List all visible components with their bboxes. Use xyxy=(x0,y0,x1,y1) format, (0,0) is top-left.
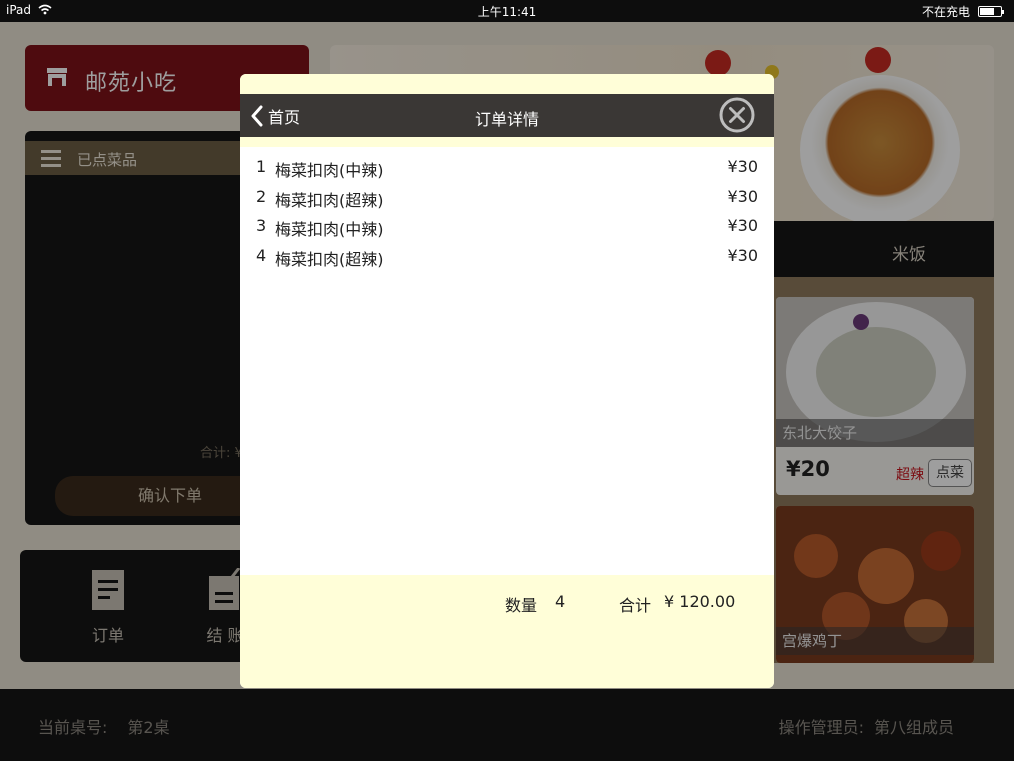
order-details-modal: 首页 订单详情 1 梅菜扣肉(中辣) ¥30 2 梅菜扣肉(超辣) ¥30 3 … xyxy=(240,74,774,688)
list-item: 4 梅菜扣肉(超辣) ¥30 xyxy=(240,243,774,273)
total-value: ¥ 120.00 xyxy=(664,592,736,611)
item-index: 1 xyxy=(256,157,267,176)
item-index: 3 xyxy=(256,216,267,235)
item-price: ¥30 xyxy=(727,216,758,235)
battery-status: 不在充电 xyxy=(921,3,1004,20)
list-item: 1 梅菜扣肉(中辣) ¥30 xyxy=(240,154,774,184)
list-item: 3 梅菜扣肉(中辣) ¥30 xyxy=(240,213,774,243)
item-name: 梅菜扣肉(超辣) xyxy=(275,249,384,269)
item-price: ¥30 xyxy=(727,186,758,206)
modal-title: 订单详情 xyxy=(474,110,539,129)
charging-text: 不在充电 xyxy=(921,5,970,19)
modal-header-strip xyxy=(240,137,774,147)
battery-icon xyxy=(978,6,1004,17)
close-icon[interactable] xyxy=(719,97,755,133)
list-item: 2 梅菜扣肉(超辣) ¥30 xyxy=(240,184,774,214)
modal-header: 首页 订单详情 xyxy=(240,94,774,137)
quantity-value: 4 xyxy=(555,592,566,611)
modal-top-strip xyxy=(240,74,774,94)
status-bar: iPad 上午11:41 不在充电 xyxy=(0,0,1014,22)
item-name: 梅菜扣肉(中辣) xyxy=(275,220,384,239)
item-price: ¥30 xyxy=(727,157,758,176)
quantity-label: 数量 xyxy=(505,596,538,615)
item-index: 4 xyxy=(256,245,267,265)
clock: 上午11:41 xyxy=(477,5,537,19)
order-items-list: 1 梅菜扣肉(中辣) ¥30 2 梅菜扣肉(超辣) ¥30 3 梅菜扣肉(中辣)… xyxy=(240,154,774,272)
total-label: 合计 xyxy=(619,596,652,615)
item-name: 梅菜扣肉(超辣) xyxy=(275,190,384,210)
item-name: 梅菜扣肉(中辣) xyxy=(275,161,384,180)
order-summary: 数量 4 合计 ¥ 120.00 xyxy=(240,575,774,688)
item-price: ¥30 xyxy=(727,245,758,265)
item-index: 2 xyxy=(256,186,267,206)
